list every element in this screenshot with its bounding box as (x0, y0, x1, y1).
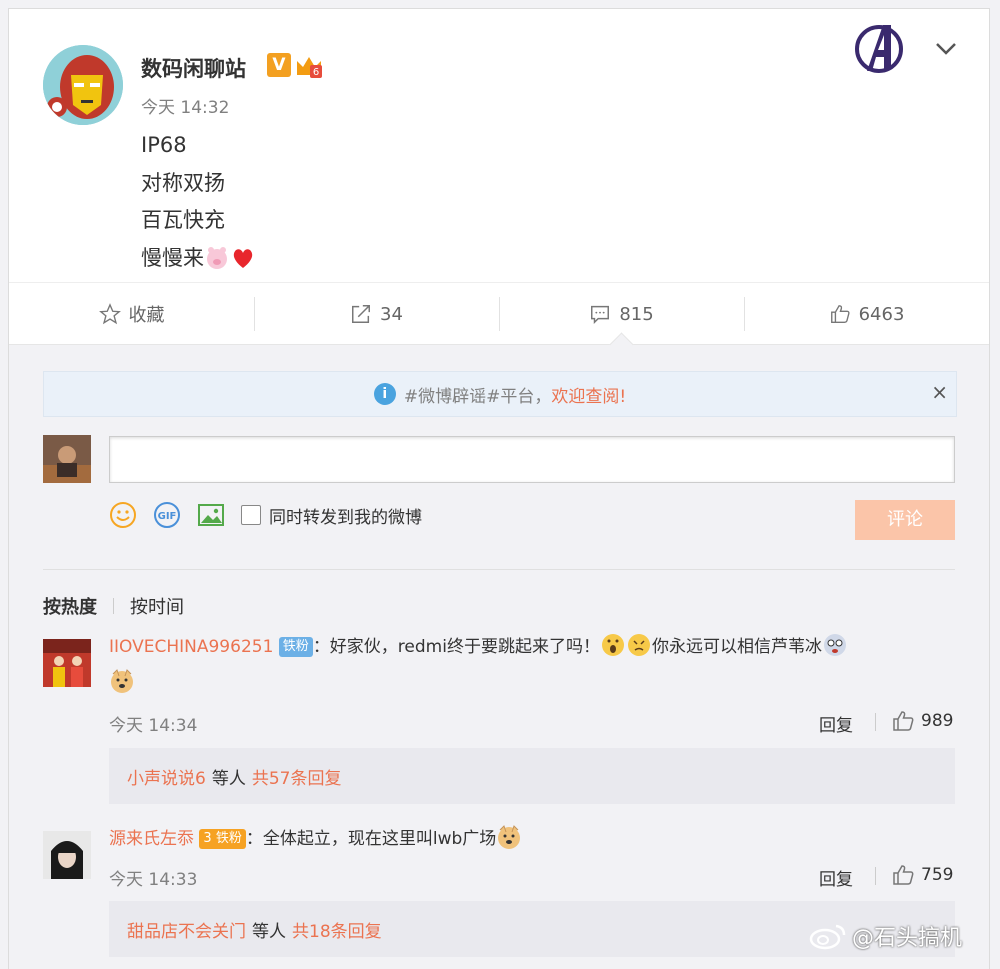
thumbs-up-icon (893, 711, 914, 731)
comment-time: 今天 14:34 (109, 716, 198, 736)
notice-link[interactable]: 欢迎查阅! (551, 382, 626, 407)
post-content: IP68 对称双扬 百瓦快充 慢慢来 (141, 127, 256, 277)
action-bar: 收藏 34 815 6463 (9, 282, 989, 345)
weibo-logo-icon (809, 924, 846, 950)
commenter-avatar[interactable] (43, 831, 91, 879)
divider (43, 569, 955, 570)
thumbs-up-icon (893, 865, 914, 885)
comment-body: IIOVECHINA996251 铁粉 ：好家伙，redmi终于要跳起来了吗！ 你永… (109, 629, 955, 701)
comment-time: 今天 14:33 (109, 870, 198, 890)
emoji-icon[interactable] (109, 501, 137, 529)
favorite-label: 收藏 (128, 305, 165, 326)
post-line: 慢慢来 (141, 240, 256, 278)
member-crown-icon[interactable]: 6 (295, 53, 323, 79)
sub-reply-mid: 等人 (211, 768, 246, 789)
sub-reply-user[interactable]: 甜品店不会关门 (127, 917, 246, 942)
comment-like-count: 759 (921, 865, 954, 885)
comment-like-count: 989 (921, 711, 954, 731)
commenter-avatar[interactable] (43, 639, 91, 687)
author-name[interactable]: 数码闲聊站 (141, 53, 246, 83)
post-line: 百瓦快充 (141, 208, 225, 232)
my-avatar-image (43, 435, 91, 483)
notice-text: #微博辟谣#平台， (403, 386, 552, 407)
verified-badge-icon[interactable]: V (267, 53, 291, 77)
sort-by-hot-tab[interactable]: 按热度 (43, 593, 97, 619)
rumor-notice-banner: i #微博辟谣#平台， 欢迎查阅! × (43, 371, 957, 417)
composer-toolbar: GIF 同时转发到我的微博 (109, 501, 422, 529)
comment-text: ：全体起立，现在这里叫lwb广场 (245, 829, 497, 849)
comment-body: 源来氏左忝 3 铁粉 ：全体起立，现在这里叫lwb广场 (109, 821, 955, 857)
comment-like-button[interactable]: 989 (891, 709, 953, 733)
divider (875, 867, 876, 885)
commenter-avatar-image (43, 831, 91, 879)
repost-checkbox[interactable] (241, 505, 261, 525)
comment-text-2: 你永远可以相信芦苇冰 (651, 637, 822, 657)
fan-badge[interactable]: 3 铁粉 (199, 829, 246, 849)
comment-input[interactable] (109, 436, 955, 483)
weibo-post-card: 数码闲聊站 V 6 今天 14:32 IP68 对称双扬 百瓦快充 慢慢来 收藏… (8, 8, 990, 969)
fan-badge[interactable]: 铁粉 (278, 637, 313, 657)
sort-by-time-tab[interactable]: 按时间 (130, 593, 184, 619)
close-icon[interactable]: × (931, 380, 948, 404)
comment-count: 815 (619, 303, 654, 325)
star-icon (98, 303, 121, 325)
divider (875, 713, 876, 731)
repost-checkbox-label[interactable]: 同时转发到我的微博 (269, 503, 422, 528)
sub-reply-mid: 等人 (252, 921, 286, 942)
doge-emoji-icon (498, 825, 521, 849)
reply-button[interactable]: 回复 (819, 711, 853, 736)
my-avatar (43, 435, 91, 483)
commenter-name[interactable]: 源来氏左忝 (109, 829, 194, 849)
svg-text:6: 6 (313, 67, 319, 78)
favorite-button[interactable]: 收藏 (9, 283, 254, 345)
post-time[interactable]: 今天 14:32 (141, 93, 229, 118)
thumbs-up-icon (830, 305, 850, 323)
sub-replies-box[interactable]: 小声说说6 等人 共57条回复 (109, 748, 955, 804)
pig-emoji-icon (207, 246, 227, 269)
gif-icon[interactable]: GIF (153, 501, 181, 529)
comment-sort-tabs: 按热度 按时间 (43, 593, 184, 619)
sub-reply-count[interactable]: 共18条回复 (292, 917, 382, 942)
avengers-logo-icon (855, 25, 903, 73)
commenter-avatar-image (43, 639, 91, 687)
pray-emoji-icon (627, 634, 650, 656)
commenter-name[interactable]: IIOVECHINA996251 (109, 637, 273, 657)
weibo-watermark: @石头搞机 (808, 920, 962, 952)
crying-emoji-icon (823, 634, 846, 656)
comment-like-button[interactable]: 759 (891, 863, 953, 887)
submit-comment-button[interactable]: 评论 (855, 500, 955, 540)
comment-icon (591, 305, 610, 325)
share-icon (352, 305, 371, 323)
sub-reply-user[interactable]: 小声说说6 (127, 764, 206, 789)
post-line: IP68 (141, 133, 187, 157)
chevron-down-icon[interactable] (935, 41, 957, 57)
repost-count: 34 (380, 303, 403, 325)
sort-divider (113, 598, 114, 614)
comment-text: ：好家伙，redmi终于要跳起来了吗！ (312, 637, 600, 657)
heart-emoji-icon (233, 248, 253, 268)
post-line: 对称双扬 (141, 170, 225, 195)
iron-man-avatar-icon (43, 45, 123, 125)
info-icon: i (373, 383, 396, 405)
svg-text:GIF: GIF (158, 511, 177, 522)
like-button[interactable]: 6463 (744, 283, 989, 345)
like-count: 6463 (858, 303, 905, 325)
doge-emoji-icon (111, 669, 133, 693)
author-avatar[interactable] (43, 45, 123, 125)
repost-button[interactable]: 34 (254, 283, 499, 345)
sub-reply-count[interactable]: 共57条回复 (252, 764, 342, 789)
fan-badge-label: 铁粉 (215, 831, 242, 846)
fan-level: 3 (203, 831, 212, 846)
watermark-text: @石头搞机 (852, 926, 963, 951)
shocked-emoji-icon (601, 634, 624, 656)
reply-button[interactable]: 回复 (819, 865, 853, 890)
image-icon[interactable] (197, 501, 225, 529)
